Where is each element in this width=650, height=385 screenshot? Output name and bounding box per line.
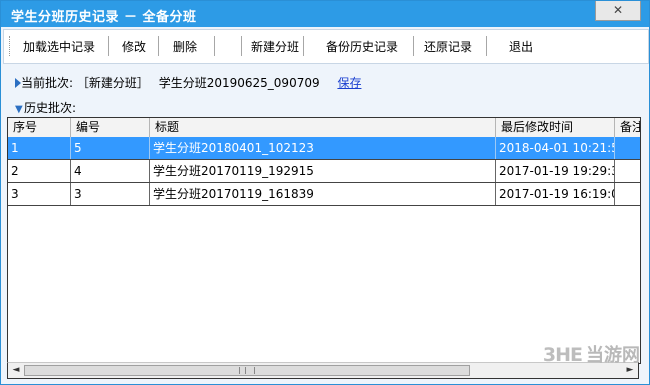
toolbar-separator [158,36,159,56]
cell-title: 学生分班20180401_102123 [150,137,496,159]
window-title: 学生分班历史记录 － 全备分班 [11,10,197,25]
toolbar-separator [486,36,487,56]
cell-seq: 3 [8,183,71,205]
cell-notes [615,137,640,159]
toolbar-separator [413,36,414,56]
delete-button[interactable]: 删除 [173,38,197,55]
scrollbar-thumb[interactable] [24,365,470,376]
cell-seq: 2 [8,160,71,182]
new-class-button[interactable]: 新建分班 [251,38,299,55]
watermark-text: 当游网 [586,345,640,366]
toolbar-separator [214,36,215,56]
cell-number: 3 [71,183,150,205]
col-header-notes[interactable]: 备注 [615,118,640,137]
save-link[interactable]: 保存 [337,76,361,90]
current-batch-name: 学生分班20190625_090709 [158,76,320,90]
current-batch-row: 当前批次: ［新建分班］ 学生分班20190625_090709 保存 [15,74,361,91]
toolbar-separator [241,36,242,56]
restore-record-button[interactable]: 还原记录 [424,38,472,55]
toolbar-separator [303,36,304,56]
exit-button[interactable]: 退出 [509,38,533,55]
load-selected-button[interactable]: 加载选中记录 [23,38,95,55]
cell-seq: 1 [8,137,71,159]
history-table[interactable]: 序号 编号 标题 最后修改时间 备注 1 5 学生分班20180401_1021… [7,117,641,364]
arrow-down-icon: ▼ [15,104,23,115]
table-row[interactable]: 1 5 学生分班20180401_102123 2018-04-01 10:21… [8,137,640,160]
history-batch-row: ▼历史批次: [15,99,76,116]
cell-modified: 2017-01-19 19:29:34 [496,160,615,182]
cell-notes [615,160,640,182]
cell-modified: 2018-04-01 10:21:58 [496,137,615,159]
edit-button[interactable]: 修改 [122,38,146,55]
grip-icon [239,367,255,374]
watermark-logo: 3HE [542,344,583,366]
col-header-number[interactable]: 编号 [71,118,150,137]
cell-number: 5 [71,137,150,159]
cell-title: 学生分班20170119_192915 [150,160,496,182]
toolbar: 加载选中记录 修改 删除 新建分班 备份历史记录 还原记录 退出 [3,29,649,64]
cell-notes [615,183,640,205]
cell-title: 学生分班20170119_161839 [150,183,496,205]
cell-modified: 2017-01-19 16:19:01 [496,183,615,205]
col-header-seq[interactable]: 序号 [8,118,71,137]
current-batch-tag: ［新建分班］ [76,76,149,90]
col-header-title[interactable]: 标题 [150,118,496,137]
table-row[interactable]: 2 4 学生分班20170119_192915 2017-01-19 19:29… [8,160,640,183]
title-bar[interactable]: 学生分班历史记录 － 全备分班 ✕ [1,1,649,27]
toolbar-grip [9,36,12,56]
scroll-left-icon[interactable]: ◄ [10,365,22,376]
app-window: 学生分班历史记录 － 全备分班 ✕ 加载选中记录 修改 删除 新建分班 备份历史… [0,0,650,385]
table-row[interactable]: 3 3 学生分班20170119_161839 2017-01-19 16:19… [8,183,640,206]
history-batch-label: 历史批次: [24,101,77,115]
watermark: 3HE 当游网 [543,341,640,367]
close-button[interactable]: ✕ [595,1,641,21]
toolbar-separator [108,36,109,56]
backup-history-button[interactable]: 备份历史记录 [326,38,398,55]
col-header-modified[interactable]: 最后修改时间 [496,118,615,137]
table-header: 序号 编号 标题 最后修改时间 备注 [8,118,640,138]
cell-number: 4 [71,160,150,182]
current-batch-label: 当前批次: [21,76,74,90]
